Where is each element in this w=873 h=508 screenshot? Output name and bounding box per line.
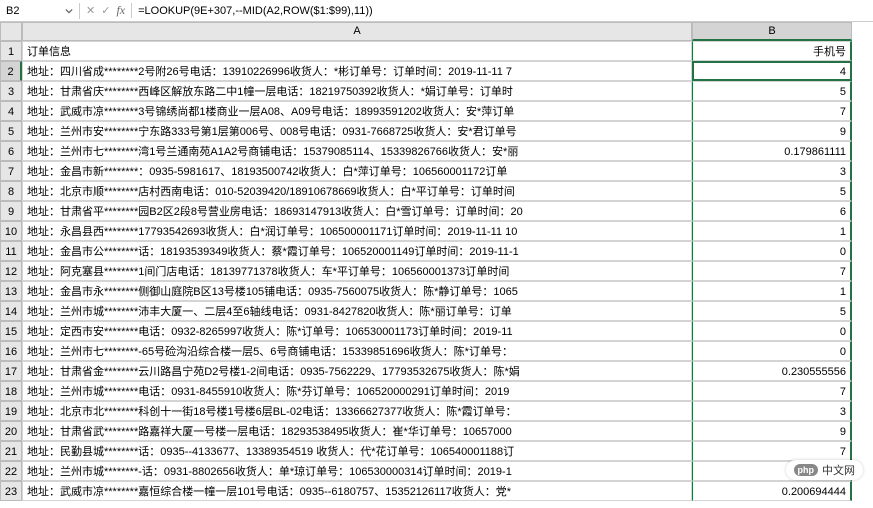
watermark-text: 中文网 [822,462,855,478]
row-header[interactable]: 15 [0,321,22,341]
row-header[interactable]: 8 [0,181,22,201]
header-cell-a[interactable]: 订单信息 [22,41,692,61]
cell[interactable]: 地址：金昌市公********话：18193539349收货人：蔡*霞订单号：1… [22,241,692,261]
name-box-value: B2 [6,5,65,17]
cell[interactable]: 地址：阿克塞县********1间门店电话：18139771378收货人：车*平… [22,261,692,281]
cell[interactable]: 地址：兰州市七********湾1号兰通南苑A1A2号商铺电话：15379085… [22,141,692,161]
cell[interactable]: 4 [692,61,852,81]
row-header[interactable]: 19 [0,401,22,421]
cell[interactable]: 7 [692,441,852,461]
cell[interactable]: 1 [692,281,852,301]
cell[interactable]: 地址：四川省成********2号附26号电话：13910226996收货人：*… [22,61,692,81]
cell[interactable]: 9 [692,121,852,141]
cell[interactable]: 地址：武威市凉********嘉恒综合楼一幢一层101号电话：0935--618… [22,481,692,501]
cell[interactable]: 3 [692,401,852,421]
row-header[interactable]: 13 [0,281,22,301]
cell[interactable]: 地址：甘肃省庆********西峰区解放东路二中1幢一层电话：182197503… [22,81,692,101]
confirm-formula-icon[interactable] [101,4,110,17]
row-header[interactable]: 3 [0,81,22,101]
cell[interactable]: 地址：永昌县西********17793542693收货人：白*润订单号：106… [22,221,692,241]
row-header[interactable]: 23 [0,481,22,501]
select-all-corner[interactable] [0,22,22,41]
cell[interactable]: 3 [692,161,852,181]
column-header-b[interactable]: B [692,22,852,41]
row-header[interactable]: 18 [0,381,22,401]
row-header[interactable]: 22 [0,461,22,481]
cell[interactable]: 地址：兰州市城********电话：0931-8455910收货人：陈*芬订单号… [22,381,692,401]
row-header[interactable]: 4 [0,101,22,121]
formula-input[interactable] [132,3,873,19]
name-box[interactable]: B2 [0,3,80,19]
cell[interactable]: 地址：甘肃省金********云川路昌宁苑D2号楼1-2间电话：0935-756… [22,361,692,381]
watermark: php 中文网 [786,460,864,480]
row-header[interactable]: 1 [0,41,22,61]
cell[interactable]: 5 [692,181,852,201]
cell[interactable]: 0.230555556 [692,361,852,381]
cell[interactable]: 地址：兰州市安********宁东路333号第1层第006号、008号电话：09… [22,121,692,141]
row-header[interactable]: 11 [0,241,22,261]
cell[interactable]: 7 [692,381,852,401]
cell[interactable]: 5 [692,301,852,321]
cell[interactable]: 7 [692,261,852,281]
cell[interactable]: 1 [692,221,852,241]
row-header[interactable]: 2 [0,61,22,81]
cell[interactable]: 7 [692,101,852,121]
cell[interactable]: 地址：兰州市七********-65号硷沟沿综合楼一层5、6号商铺电话：1533… [22,341,692,361]
cell[interactable]: 地址：金昌市永********侧御山庭院B区13号楼105铺电话：0935-75… [22,281,692,301]
row-header[interactable]: 14 [0,301,22,321]
row-header[interactable]: 7 [0,161,22,181]
cell[interactable]: 地址：甘肃省平********园B2区2段8号营业房电话：18693147913… [22,201,692,221]
row-header[interactable]: 16 [0,341,22,361]
header-cell-b[interactable]: 手机号 [692,41,852,61]
cancel-formula-icon[interactable] [86,4,95,17]
cell[interactable]: 地址：民勤县城********话：0935--4133677、133893545… [22,441,692,461]
cell[interactable]: 地址：兰州市城********-话：0931-8802656收货人：单*琼订单号… [22,461,692,481]
php-badge: php [794,464,819,476]
cell[interactable]: 6 [692,201,852,221]
cell[interactable]: 0.200694444 [692,481,852,501]
cell[interactable]: 9 [692,421,852,441]
row-header[interactable]: 12 [0,261,22,281]
cell[interactable]: 地址：兰州市城********沛丰大厦一、二层4至6轴线电话：0931-8427… [22,301,692,321]
cell[interactable]: 地址：定西市安********电话：0932-8265997收货人：陈*订单号：… [22,321,692,341]
cell[interactable]: 0.179861111 [692,141,852,161]
cell[interactable]: 5 [692,81,852,101]
fx-icon[interactable]: fx [116,3,125,18]
row-header[interactable]: 17 [0,361,22,381]
cell[interactable]: 0 [692,321,852,341]
column-header-a[interactable]: A [22,22,692,41]
cell[interactable]: 地址：甘肃省武********路嘉祥大厦一号楼一层电话：18293538495收… [22,421,692,441]
row-header[interactable]: 9 [0,201,22,221]
cell[interactable]: 地址：武威市凉********3号锦绣尚都1楼商业一层A08、A09号电话：18… [22,101,692,121]
row-header[interactable]: 6 [0,141,22,161]
cell[interactable]: 0 [692,241,852,261]
chevron-down-icon [65,7,73,15]
row-header[interactable]: 21 [0,441,22,461]
row-header[interactable]: 20 [0,421,22,441]
row-header[interactable]: 10 [0,221,22,241]
cell[interactable]: 0 [692,341,852,361]
cell[interactable]: 地址：北京市顺********店村西南电话：010-52039420/18910… [22,181,692,201]
cell[interactable]: 地址：金昌市新********：0935-5981617、18193500742… [22,161,692,181]
cell[interactable]: 地址：北京市北********科创十一街18号楼1号楼6层BL-02电话：133… [22,401,692,421]
row-header[interactable]: 5 [0,121,22,141]
